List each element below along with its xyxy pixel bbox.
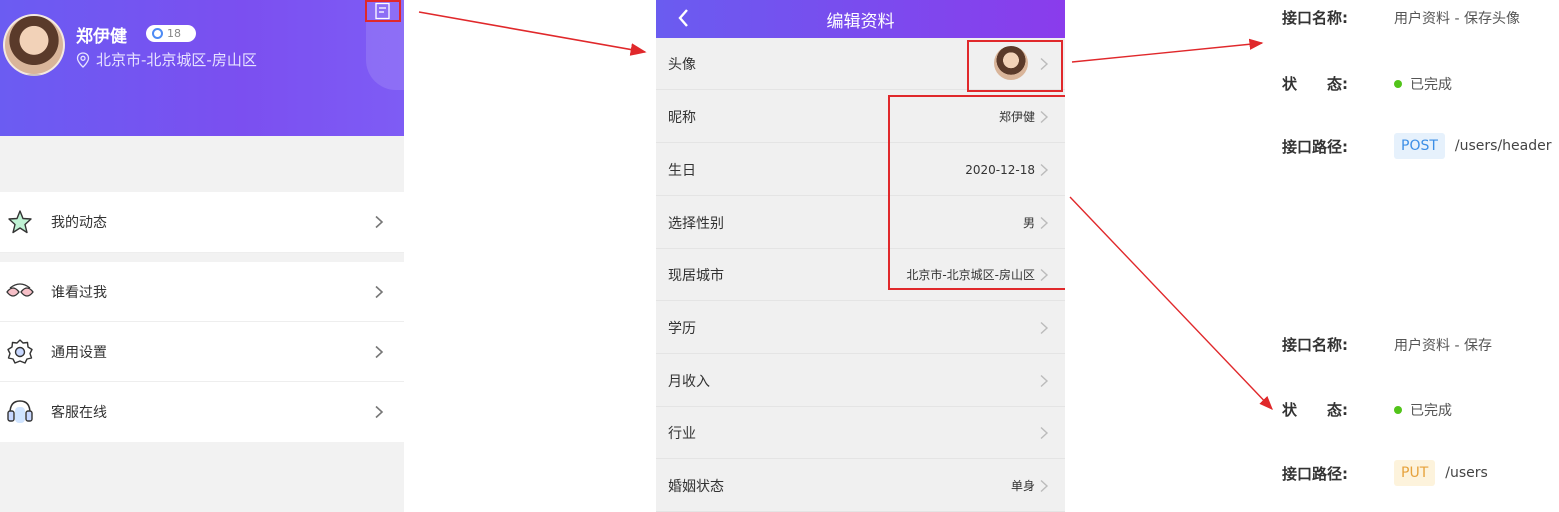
row-education[interactable]: 学历 (656, 302, 1065, 354)
api-path-line: 接口路径: POST /users/header (1282, 133, 1552, 159)
chevron-right-icon (1040, 57, 1049, 70)
edit-profile-screen: 编辑资料 头像 昵称 郑伊健 生日 2020-12-18 选择性别 男 现居城市… (656, 0, 1065, 512)
chevron-right-icon (1040, 426, 1049, 439)
api-status-key: 状 态: (1282, 75, 1348, 93)
row-value: 单身 (1010, 479, 1035, 493)
headset-icon (5, 397, 35, 427)
gear-icon (5, 337, 35, 367)
chevron-right-icon (375, 405, 384, 419)
chevron-right-icon (375, 345, 384, 358)
row-gender[interactable]: 选择性别 男 (656, 197, 1065, 249)
menu-group-1: 我的动态 (0, 192, 404, 253)
row-value: 2020-12-18 (965, 162, 1035, 177)
level-badge: 18 (146, 25, 196, 42)
page-title: 编辑资料 (826, 11, 895, 32)
menu-item-label: 客服在线 (51, 405, 107, 421)
api-name: 用户资料 - 保存 (1394, 337, 1492, 354)
chevron-right-icon (375, 285, 384, 298)
row-label: 头像 (668, 56, 696, 73)
api-status: 已完成 (1410, 402, 1452, 419)
method-tag: PUT (1394, 460, 1436, 486)
api-path-line: 接口路径: PUT /users (1282, 460, 1488, 486)
api-path: /users (1445, 465, 1488, 481)
api-status: 已完成 (1410, 76, 1452, 93)
location-row: 北京市-北京城区-房山区 (76, 49, 257, 70)
status-dot (1394, 79, 1402, 88)
location-text: 北京市-北京城区-房山区 (96, 51, 257, 69)
back-icon[interactable] (672, 6, 696, 30)
glasses-icon (5, 277, 35, 307)
star-icon (5, 207, 35, 237)
arrow-avatar-to-api (1071, 38, 1264, 63)
menu-item-customer-service[interactable]: 客服在线 (0, 382, 404, 442)
row-nickname[interactable]: 昵称 郑伊健 (656, 91, 1065, 143)
chevron-right-icon (1040, 374, 1049, 387)
edit-icon (375, 2, 390, 20)
status-dot (1394, 405, 1402, 414)
api-name-line: 接口名称: 用户资料 - 保存 (1282, 334, 1492, 355)
chevron-right-icon (1040, 479, 1049, 492)
row-label: 生日 (668, 162, 696, 179)
row-birthday[interactable]: 生日 2020-12-18 (656, 144, 1065, 196)
api-status-line: 状 态: 已完成 (1282, 73, 1452, 94)
row-label: 行业 (668, 425, 696, 442)
menu-item-label: 谁看过我 (51, 284, 107, 301)
menu-item-my-posts[interactable]: 我的动态 (0, 192, 404, 253)
chevron-right-icon (1040, 163, 1049, 176)
menu-item-label: 通用设置 (51, 344, 107, 361)
edit-profile-header: 编辑资料 (656, 0, 1065, 38)
row-city[interactable]: 现居城市 北京市-北京城区-房山区 (656, 249, 1065, 301)
menu-item-label: 我的动态 (51, 215, 107, 231)
row-value: 郑伊健 (998, 110, 1035, 124)
level-icon (152, 28, 163, 39)
avatar[interactable] (3, 14, 65, 76)
user-name: 郑伊健 (76, 27, 127, 47)
profile-header: 郑伊健 18 北京市-北京城区-房山区 (0, 0, 404, 136)
method-tag: POST (1394, 133, 1445, 159)
api-name-key: 接口名称: (1282, 9, 1348, 27)
menu-item-who-viewed-me[interactable]: 谁看过我 (0, 262, 404, 322)
api-name-key: 接口名称: (1282, 336, 1348, 354)
row-label: 现居城市 (668, 267, 724, 284)
edit-profile-button[interactable] (365, 0, 401, 22)
api-status-key: 状 态: (1282, 401, 1348, 419)
chevron-right-icon (1040, 321, 1049, 334)
api-path: /users/header (1454, 138, 1552, 154)
row-label: 婚姻状态 (668, 478, 724, 495)
row-label: 昵称 (668, 109, 696, 126)
api-status-line: 状 态: 已完成 (1282, 399, 1452, 420)
menu-item-general-settings[interactable]: 通用设置 (0, 322, 404, 382)
api-path-key: 接口路径: (1282, 137, 1348, 156)
chevron-right-icon (375, 215, 384, 229)
chevron-right-icon (1040, 110, 1049, 123)
avatar-thumbnail (994, 46, 1028, 80)
chevron-right-icon (1040, 268, 1049, 281)
row-label: 月收入 (668, 373, 710, 390)
row-label: 学历 (668, 320, 696, 337)
profile-screen: 郑伊健 18 北京市-北京城区-房山区 我的动态 谁看过我 通用设置 客服在线 (0, 0, 404, 512)
row-label: 选择性别 (668, 215, 724, 232)
row-value: 男 (1022, 216, 1035, 230)
row-avatar[interactable]: 头像 (656, 38, 1065, 90)
row-marital-status[interactable]: 婚姻状态 单身 (656, 460, 1065, 512)
api-name: 用户资料 - 保存头像 (1394, 10, 1520, 27)
chevron-right-icon (1040, 216, 1049, 229)
arrow-edit-to-form (418, 11, 647, 56)
level-text: 18 (167, 27, 181, 40)
row-industry[interactable]: 行业 (656, 407, 1065, 459)
menu-group-2: 谁看过我 通用设置 客服在线 (0, 262, 404, 442)
row-income[interactable]: 月收入 (656, 355, 1065, 407)
api-path-key: 接口路径: (1282, 464, 1348, 483)
row-value: 北京市-北京城区-房山区 (906, 268, 1035, 282)
arrow-fields-to-api (1069, 196, 1273, 411)
location-pin-icon (76, 51, 90, 68)
api-name-line: 接口名称: 用户资料 - 保存头像 (1282, 7, 1520, 28)
